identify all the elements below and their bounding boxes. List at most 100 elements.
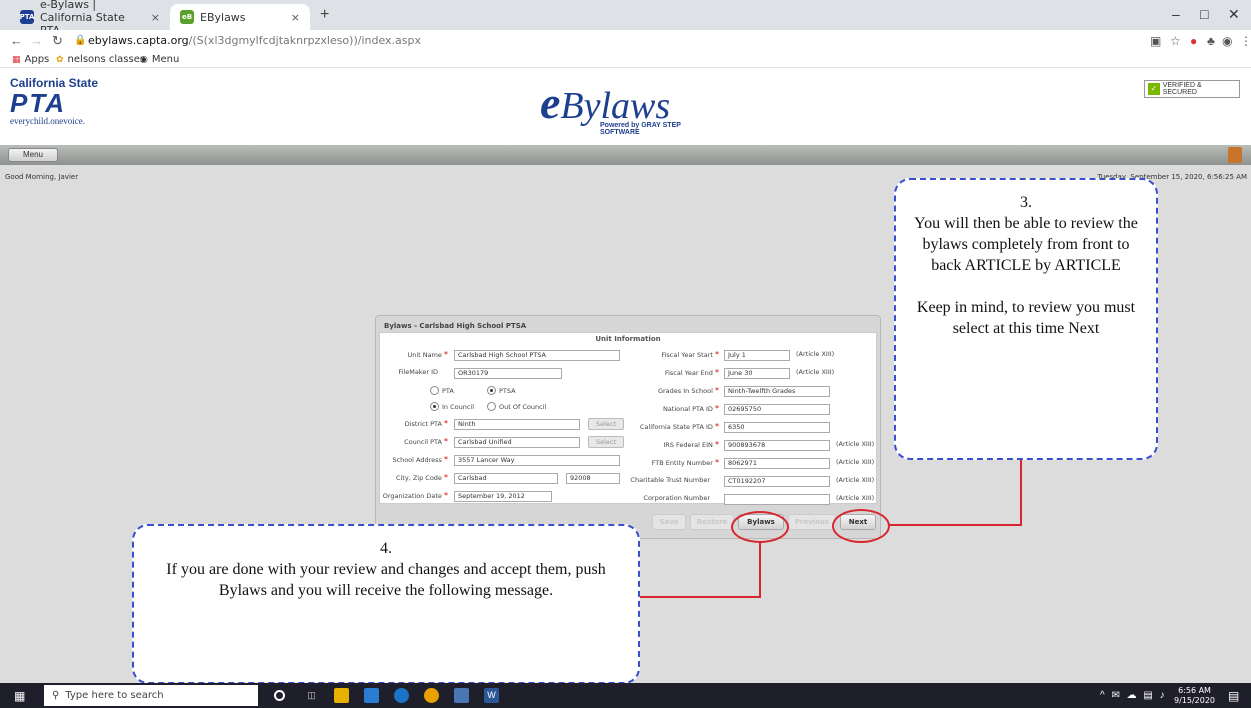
tab-ebylaws[interactable]: eB EBylaws × [170, 4, 310, 30]
verified-secured-badge[interactable]: ✓ VERIFIED & SECURED [1144, 80, 1240, 98]
bookmark-menu[interactable]: ◉ Menu [140, 54, 179, 65]
url-field[interactable]: ebylaws.capta.org/(S(xl3dgmylfcdjtaknrpz… [88, 34, 421, 47]
ebylaws-logo-text: Bylaws [560, 85, 671, 127]
url-path: /(S(xl3dgmylfcdjtaknrpzxleso))/index.asp… [188, 34, 422, 47]
url-host: ebylaws.capta.org [88, 34, 189, 47]
extension-icon[interactable]: ● [1190, 34, 1197, 48]
bookmarks-bar: ▦ Apps ✿ nelsons classes ◉ Menu [0, 52, 1251, 68]
site-header: California State PTA everychild.onevoice… [0, 68, 1251, 145]
cortana-icon[interactable] [274, 690, 285, 701]
national-pta-id-label: National PTA ID * [662, 404, 719, 413]
profile-icon[interactable]: ◉ [1222, 34, 1232, 48]
restore-button[interactable]: Restore [690, 514, 734, 530]
search-placeholder: Type here to search [65, 690, 164, 701]
school-address-field[interactable]: 3557 Lancer Way [454, 455, 620, 466]
filemaker-id-field[interactable]: OR30179 [454, 368, 562, 379]
district-select-button[interactable]: Select [588, 418, 624, 430]
council-select-button[interactable]: Select [588, 436, 624, 448]
menu-bar: Menu [0, 145, 1251, 165]
ftb-entity-number-label: FTB Entity Number * [651, 458, 719, 467]
city-field[interactable]: Carlsbad [454, 473, 558, 484]
store-icon[interactable] [364, 688, 379, 703]
connector-line [759, 541, 761, 597]
word-icon[interactable]: W [484, 688, 499, 703]
forward-icon[interactable]: → [30, 33, 43, 48]
school-address-label: School Address * [392, 455, 448, 464]
chrome-icon[interactable] [424, 688, 439, 703]
organization-date-label: Organization Date * [382, 491, 448, 500]
california-pta-logo[interactable]: California State PTA everychild.onevoice… [10, 76, 120, 136]
greeting-text: Good Morning, Javier [5, 173, 79, 181]
menu-button[interactable]: Menu [8, 148, 58, 162]
close-tab-icon[interactable]: × [151, 11, 160, 24]
puzzle-icon[interactable]: ♣ [1207, 34, 1215, 48]
ebylaws-favicon-icon: eB [180, 10, 194, 24]
ebylaws-logo-e: e [540, 77, 561, 128]
council-pta-field[interactable]: Carlsbad Unified [454, 437, 580, 448]
back-icon[interactable]: ← [10, 33, 23, 48]
ftb-entity-number-field[interactable]: 8062971 [724, 458, 830, 469]
radio-out-of-council[interactable]: Out Of Council [487, 402, 546, 411]
callout-text: Keep in mind, to review you must select … [916, 299, 1136, 337]
radio-in-council[interactable]: In Council [430, 402, 474, 411]
task-view-icon[interactable]: ◫ [304, 688, 319, 703]
star-icon[interactable]: ☆ [1170, 34, 1181, 48]
corporation-number-field[interactable] [724, 494, 830, 505]
charitable-trust-field[interactable]: CT0192207 [724, 476, 830, 487]
close-window-button[interactable]: ✕ [1228, 6, 1240, 23]
zip-field[interactable]: 92008 [566, 473, 620, 484]
bookmark-nelsons-classes[interactable]: ✿ nelsons classes [56, 54, 145, 65]
radio-selected-icon [430, 402, 439, 411]
fiscal-year-start-field[interactable]: July 1 [724, 350, 790, 361]
exit-icon[interactable] [1228, 147, 1242, 163]
callout-number: 3. [1020, 194, 1032, 211]
city-zip-label: City, Zip Code * [395, 473, 448, 482]
article-note: (Article XIII) [836, 458, 875, 466]
radio-selected-icon [487, 386, 496, 395]
callout-text: If you are done with your review and cha… [166, 561, 606, 599]
irs-federal-ein-label: IRS Federal EIN * [663, 440, 719, 449]
district-pta-field[interactable]: Ninth [454, 419, 580, 430]
unit-name-field[interactable]: Carlsbad High School PTSA [454, 350, 620, 361]
file-explorer-icon[interactable] [334, 688, 349, 703]
grades-field[interactable]: Ninth-Twelfth Grades [724, 386, 830, 397]
maximize-button[interactable]: □ [1200, 6, 1208, 22]
connector-line [888, 524, 1022, 526]
minimize-button[interactable]: – [1172, 6, 1180, 22]
edge-icon[interactable] [394, 688, 409, 703]
radio-label: Out Of Council [499, 402, 547, 411]
california-state-pta-id-field[interactable]: 6350 [724, 422, 830, 433]
fiscal-year-end-label: Fiscal Year End * [664, 368, 719, 377]
previous-button[interactable]: Previous [788, 514, 836, 530]
grades-label: Grades In School * [657, 386, 719, 395]
save-button[interactable]: Save [652, 514, 686, 530]
next-highlight-ring [832, 509, 890, 543]
system-tray-icons[interactable]: ^ ✉ ☁ ▤ ♪ [1100, 690, 1167, 701]
article-note: (Article XIII) [796, 368, 835, 376]
callout-number: 4. [380, 540, 392, 557]
organization-date-field[interactable]: September 19, 2012 [454, 491, 552, 502]
tab-ebylaws-capta[interactable]: PTA e-Bylaws | California State PTA × [10, 0, 170, 37]
radio-ptsa[interactable]: PTSA [487, 386, 516, 395]
windows-start-icon[interactable]: ▦ [14, 689, 25, 703]
reload-icon[interactable]: ↻ [52, 33, 63, 49]
unit-information-form: Unit Information Unit Name * Carlsbad Hi… [379, 332, 877, 505]
irs-federal-ein-field[interactable]: 900893678 [724, 440, 830, 451]
radio-pta[interactable]: PTA [430, 386, 454, 395]
clock-time: 6:56 AM [1178, 686, 1211, 695]
fiscal-year-end-field[interactable]: June 30 [724, 368, 790, 379]
teams-icon[interactable] [454, 688, 469, 703]
close-tab-icon[interactable]: × [291, 11, 300, 24]
new-tab-button[interactable]: + [320, 6, 329, 24]
bookmark-apps[interactable]: ▦ Apps [12, 54, 49, 65]
browser-tab-bar: PTA e-Bylaws | California State PTA × eB… [0, 0, 1251, 37]
national-pta-id-field[interactable]: 02695750 [724, 404, 830, 415]
kebab-menu-icon[interactable]: ⋮ [1240, 34, 1251, 48]
translate-icon[interactable]: ▣ [1150, 34, 1161, 48]
taskbar-search[interactable]: ⚲ Type here to search [44, 685, 258, 706]
taskbar-clock[interactable]: 6:56 AM 9/15/2020 [1174, 686, 1215, 706]
notifications-icon[interactable]: ▤ [1228, 689, 1239, 703]
lock-icon: ✓ [1148, 83, 1160, 95]
panel-title: Bylaws - Carlsbad High School PTSA [384, 322, 527, 330]
article-note: (Article XIII) [836, 476, 875, 484]
